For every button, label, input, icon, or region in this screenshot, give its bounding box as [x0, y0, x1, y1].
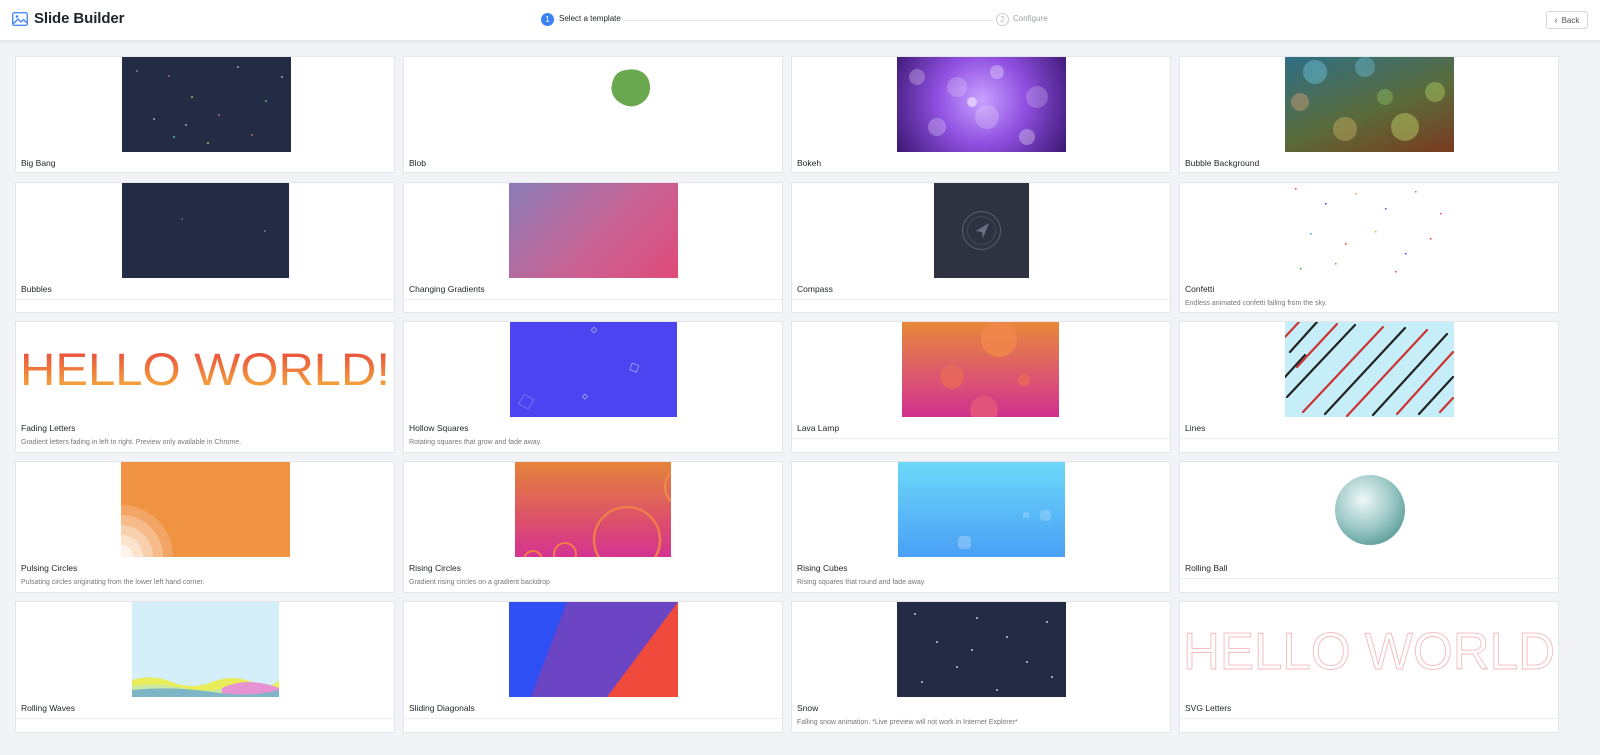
template-card-fading-letters[interactable]: HELLO WORLD! Fading Letters Gradient let…: [15, 321, 395, 453]
template-name: Confetti: [1185, 284, 1215, 294]
template-preview: [509, 602, 678, 697]
stepper: 1 Select a template 2 Configure: [541, 13, 1071, 27]
template-name: Compass: [797, 284, 833, 294]
app-title: Slide Builder: [34, 10, 125, 27]
image-icon: [12, 11, 28, 26]
template-preview: HELLO WORLD: [1180, 602, 1558, 697]
template-card-pulsing-circles[interactable]: Pulsing Circles Pulsating circles origin…: [15, 461, 395, 593]
brand: Slide Builder: [12, 10, 124, 27]
template-card-hollow-squares[interactable]: Hollow Squares Rotating squares that gro…: [403, 321, 783, 453]
template-preview: [515, 462, 671, 557]
back-button-label: Back: [1561, 15, 1580, 25]
template-card-rolling-waves[interactable]: Rolling Waves: [15, 601, 395, 733]
template-card-confetti[interactable]: Confetti Endless animated confetti falli…: [1179, 182, 1559, 313]
template-preview: [1285, 183, 1454, 278]
template-preview: [934, 183, 1029, 278]
top-bar: Slide Builder 1 Select a template 2 Conf…: [0, 0, 1600, 41]
template-preview: [404, 57, 782, 152]
template-preview: [122, 57, 291, 152]
template-preview: [132, 602, 279, 697]
template-name: Rolling Waves: [21, 703, 76, 713]
template-name: Rising Cubes: [797, 563, 848, 573]
card-divider: [404, 718, 782, 719]
step-2-indicator: 2: [996, 13, 1009, 26]
template-card-compass[interactable]: Compass: [791, 182, 1171, 313]
template-preview: [1180, 462, 1558, 557]
template-name: Changing Gradients: [409, 284, 485, 294]
template-card-rising-cubes[interactable]: Rising Cubes Rising squares that round a…: [791, 461, 1171, 593]
template-preview: [897, 602, 1066, 697]
template-preview: [902, 322, 1059, 417]
template-preview: HELLO WORLD!: [16, 322, 394, 417]
template-name: Bubble Background: [1185, 158, 1260, 168]
card-divider: [1180, 438, 1558, 439]
template-description: Gradient letters fading in left to right…: [21, 439, 242, 446]
template-preview: [510, 322, 677, 417]
template-card-bubble-background[interactable]: Bubble Background: [1179, 56, 1559, 173]
template-preview: [121, 462, 290, 557]
template-card-snow[interactable]: Snow Falling snow animation. *Live previ…: [791, 601, 1171, 733]
template-name: Bubbles: [21, 284, 52, 294]
card-divider: [1180, 578, 1558, 579]
template-preview: [1285, 57, 1454, 152]
step-1-indicator: 1: [541, 13, 554, 26]
template-card-bokeh[interactable]: Bokeh: [791, 56, 1171, 173]
preview-text: HELLO WORLD: [1183, 623, 1555, 681]
template-card-sliding-diagonals[interactable]: Sliding Diagonals: [403, 601, 783, 733]
template-preview: [122, 183, 289, 278]
card-divider: [1180, 718, 1558, 719]
template-name: Snow: [797, 703, 819, 713]
template-name: Blob: [409, 158, 427, 168]
template-preview: [509, 183, 678, 278]
template-description: Rotating squares that grow and fade away…: [409, 439, 542, 446]
chevron-left-icon: ‹: [1554, 15, 1558, 25]
template-card-rising-circles[interactable]: Rising Circles Gradient rising circles o…: [403, 461, 783, 593]
template-preview: [897, 57, 1066, 152]
template-name: Hollow Squares: [409, 423, 469, 433]
template-card-lava-lamp[interactable]: Lava Lamp: [791, 321, 1171, 453]
step-1-label: Select a template: [559, 14, 621, 23]
template-card-changing-gradients[interactable]: Changing Gradients: [403, 182, 783, 313]
card-divider: [404, 299, 782, 300]
template-card-rolling-ball[interactable]: Rolling Ball: [1179, 461, 1559, 593]
template-name: Lava Lamp: [797, 423, 840, 433]
template-card-bubbles[interactable]: Bubbles: [15, 182, 395, 313]
template-name: Rising Circles: [409, 563, 461, 573]
step-connector: [623, 20, 993, 21]
preview-text: HELLO WORLD!: [20, 344, 390, 395]
template-card-svg-letters[interactable]: HELLO WORLD SVG Letters: [1179, 601, 1559, 733]
template-name: SVG Letters: [1185, 703, 1232, 713]
template-description: Gradient rising circles on a gradient ba…: [409, 579, 550, 586]
template-card-lines[interactable]: Lines: [1179, 321, 1559, 453]
template-description: Pulsating circles originating from the l…: [21, 579, 205, 586]
back-button[interactable]: ‹ Back: [1546, 11, 1588, 29]
template-name: Sliding Diagonals: [409, 703, 475, 713]
compass-icon: [962, 211, 1001, 250]
template-preview: [1285, 322, 1454, 417]
template-preview: [898, 462, 1065, 557]
template-card-big-bang[interactable]: Big Bang: [15, 56, 395, 173]
template-name: Rolling Ball: [1185, 563, 1228, 573]
template-description: Endless animated confetti falling from t…: [1185, 300, 1327, 307]
template-name: Pulsing Circles: [21, 563, 78, 573]
template-card-blob[interactable]: Blob: [403, 56, 783, 173]
template-description: Rising squares that round and fade away: [797, 579, 925, 586]
card-divider: [16, 299, 394, 300]
template-name: Lines: [1185, 423, 1206, 433]
template-description: Falling snow animation. *Live preview wi…: [797, 719, 1018, 726]
template-name: Fading Letters: [21, 423, 76, 433]
template-name: Bokeh: [797, 158, 822, 168]
card-divider: [792, 299, 1170, 300]
template-name: Big Bang: [21, 158, 56, 168]
card-divider: [792, 438, 1170, 439]
card-divider: [16, 718, 394, 719]
step-2-label: Configure: [1013, 14, 1048, 23]
